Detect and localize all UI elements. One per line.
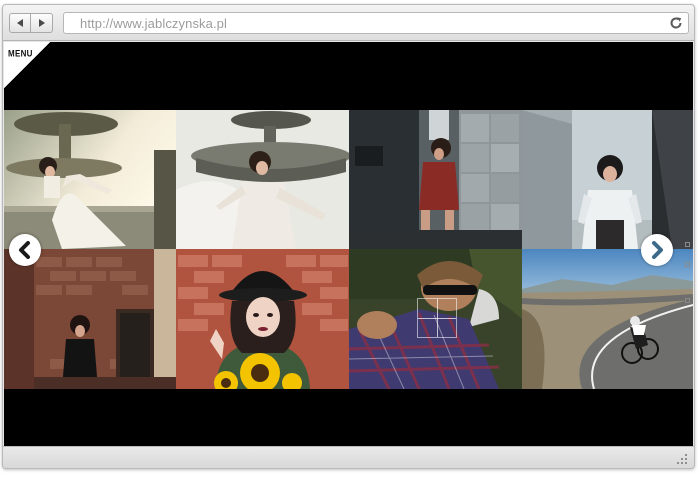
gallery-photo-3[interactable]	[349, 110, 522, 249]
next-slide-button[interactable]	[641, 234, 673, 266]
gallery-photo-5[interactable]	[4, 249, 176, 389]
photo-3-image	[349, 110, 522, 249]
slide-indicator-dot[interactable]	[685, 298, 690, 303]
menu-button[interactable]: MENU	[4, 42, 50, 88]
chevron-right-icon	[38, 19, 45, 27]
chevron-right-icon	[652, 241, 663, 259]
forward-button[interactable]	[31, 13, 53, 33]
address-bar[interactable]: http://www.jablczynska.pl	[63, 12, 689, 34]
photo-2-image	[176, 110, 349, 249]
gallery-photo-2[interactable]	[176, 110, 349, 249]
resize-grip-icon[interactable]	[677, 454, 689, 466]
photo-6-image	[176, 249, 349, 389]
photo-gallery	[4, 110, 693, 389]
browser-statusbar	[3, 446, 694, 468]
previous-slide-button[interactable]	[9, 234, 41, 266]
slide-indicator	[684, 242, 692, 312]
browser-toolbar: http://www.jablczynska.pl	[3, 5, 694, 41]
browser-window: http://www.jablczynska.pl MENU	[2, 4, 695, 469]
gallery-photo-6[interactable]	[176, 249, 349, 389]
gallery-photo-8[interactable]	[522, 249, 693, 389]
chevron-left-icon	[19, 241, 30, 259]
back-button[interactable]	[9, 13, 31, 33]
menu-label: MENU	[8, 48, 33, 59]
gallery-photo-4[interactable]	[522, 110, 693, 249]
reload-button[interactable]	[668, 15, 684, 31]
page-viewport: MENU	[4, 42, 693, 446]
slide-indicator-dot[interactable]	[685, 262, 690, 267]
photo-8-image	[522, 249, 693, 389]
reload-icon	[670, 17, 682, 29]
gallery-photo-1[interactable]	[4, 110, 176, 249]
slide-indicator-dot[interactable]	[685, 242, 690, 247]
focus-crosshair	[417, 298, 457, 338]
photo-4-image	[522, 110, 693, 249]
chevron-left-icon	[17, 19, 23, 27]
address-url[interactable]: http://www.jablczynska.pl	[80, 16, 227, 31]
photo-1-image	[4, 110, 176, 249]
photo-5-image	[4, 249, 176, 389]
